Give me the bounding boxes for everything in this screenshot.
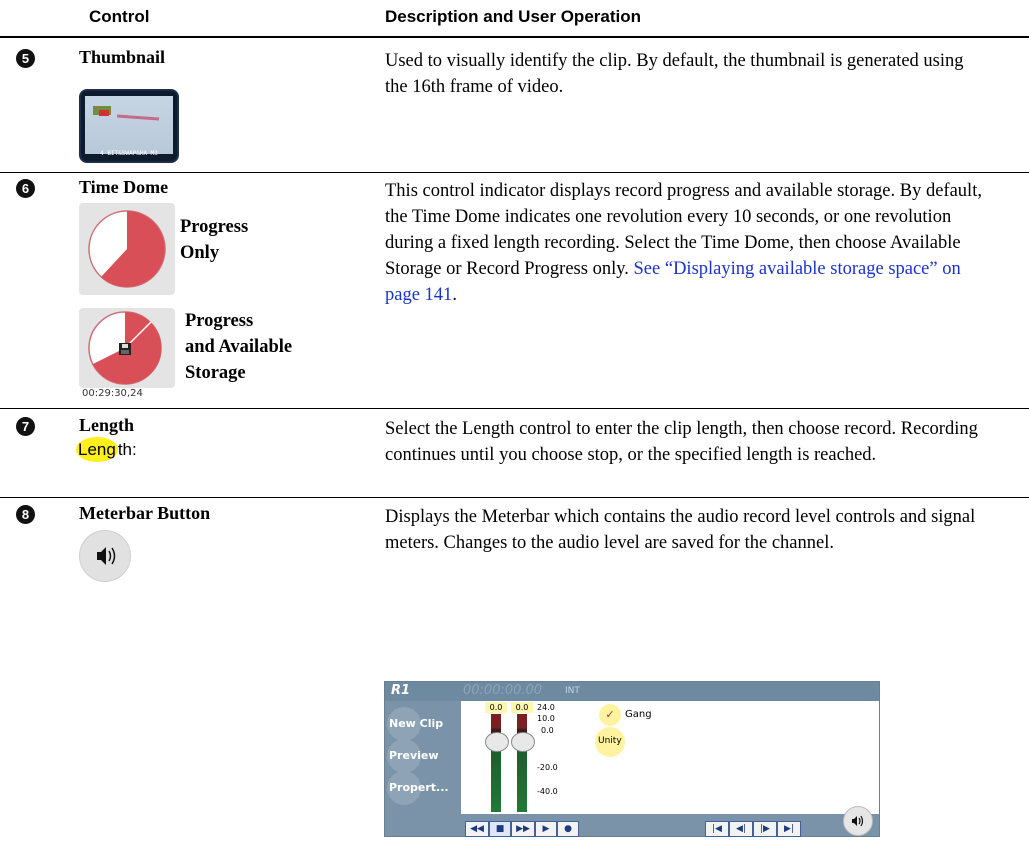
length-title: Length bbox=[79, 415, 135, 435]
row-number-7: 7 bbox=[16, 417, 35, 436]
record-button[interactable]: ● bbox=[557, 821, 579, 837]
stop-button[interactable]: ■ bbox=[489, 821, 511, 837]
thumbnail-frame bbox=[85, 96, 173, 154]
thumbnail-object bbox=[99, 110, 109, 116]
meterbar-sidebar: New Clip Preview Propert... bbox=[385, 701, 461, 836]
floppy-disk-icon bbox=[119, 343, 131, 355]
storage-timecode: 00:29:30,24 bbox=[82, 388, 143, 399]
time-dome-progress-icon bbox=[88, 210, 166, 288]
thumbnail-description: Used to visually identify the clip. By d… bbox=[385, 51, 964, 97]
new-clip-label: New Clip bbox=[389, 717, 444, 730]
row-number-6: 6 bbox=[16, 179, 35, 198]
row-number-5: 5 bbox=[16, 49, 35, 68]
row-rule bbox=[0, 497, 1029, 498]
thumbnail-banner bbox=[116, 114, 160, 121]
header-control: Control bbox=[89, 7, 150, 26]
scale-label: -40.0 bbox=[537, 787, 558, 796]
scale-label: 24.0 bbox=[537, 703, 555, 712]
header-description: Description and User Operation bbox=[385, 7, 641, 26]
thumbnail-caption: 4 BIT&SWAP&HA M3 bbox=[100, 150, 158, 157]
storage-label-2: and Available bbox=[185, 337, 293, 357]
row-number-8: 8 bbox=[16, 505, 35, 524]
unity-label: Unity bbox=[598, 736, 622, 746]
meter-value-right: 0.0 bbox=[511, 702, 533, 713]
scale-label: 10.0 bbox=[537, 714, 555, 723]
play-button[interactable]: ▶ bbox=[535, 821, 557, 837]
time-dome-available-storage[interactable] bbox=[79, 308, 175, 388]
progress-only-label-2: Only bbox=[180, 243, 220, 263]
fader-knob-left[interactable] bbox=[485, 732, 509, 752]
storage-label-3: Storage bbox=[185, 363, 246, 383]
speaker-icon bbox=[852, 815, 864, 827]
thumbnail-title: Thumbnail bbox=[79, 47, 166, 67]
meterbar-panel: R1 00:00:00.00 INT New Clip Preview Prop… bbox=[384, 681, 880, 837]
gang-toggle[interactable]: ✓ bbox=[599, 704, 621, 726]
length-highlight: Leng bbox=[76, 437, 118, 462]
meterbar-button-title: Meterbar Button bbox=[79, 503, 211, 523]
meterbar-button[interactable] bbox=[79, 530, 131, 582]
header-rule bbox=[0, 36, 1029, 38]
preview-label: Preview bbox=[389, 749, 439, 762]
audio-meter-left bbox=[491, 714, 501, 812]
gang-label: Gang bbox=[625, 709, 652, 720]
audio-meter-right bbox=[517, 714, 527, 812]
meter-value-left: 0.0 bbox=[485, 702, 507, 713]
thumbnail-image[interactable]: 4 BIT&SWAP&HA M3 bbox=[79, 89, 179, 163]
step-forward-button[interactable]: |▶ bbox=[753, 821, 777, 837]
row-rule bbox=[0, 172, 1029, 173]
link-tail: . bbox=[452, 285, 457, 305]
storage-label-1: Progress bbox=[185, 311, 254, 331]
length-rest: th: bbox=[117, 440, 137, 459]
source-label: INT bbox=[565, 686, 580, 696]
length-description: Select the Length control to enter the c… bbox=[385, 419, 978, 465]
speaker-icon bbox=[97, 547, 116, 565]
scale-label: 0.0 bbox=[541, 726, 554, 735]
meterbar-description: Displays the Meterbar which contains the… bbox=[385, 507, 976, 553]
time-dome-title: Time Dome bbox=[79, 177, 169, 197]
fader-knob-right[interactable] bbox=[511, 732, 535, 752]
meterbar-toggle-button[interactable] bbox=[843, 806, 873, 836]
channel-label: R1 bbox=[391, 683, 411, 698]
go-to-start-button[interactable]: |◀ bbox=[705, 821, 729, 837]
progress-only-label-1: Progress bbox=[180, 217, 249, 237]
step-back-button[interactable]: ◀| bbox=[729, 821, 753, 837]
time-dome-description: This control indicator displays record p… bbox=[385, 178, 985, 308]
fast-forward-button[interactable]: ▶▶ bbox=[511, 821, 535, 837]
rewind-button[interactable]: ◀◀ bbox=[465, 821, 489, 837]
length-control[interactable]: Leng th: bbox=[76, 437, 137, 462]
properties-label: Propert... bbox=[389, 781, 449, 794]
go-to-end-button[interactable]: ▶| bbox=[777, 821, 801, 837]
time-dome-progress-only[interactable] bbox=[79, 203, 175, 295]
meterbar-titlebar: R1 00:00:00.00 INT bbox=[385, 682, 879, 701]
row-rule bbox=[0, 408, 1029, 409]
timecode-display: 00:00:00.00 bbox=[463, 683, 543, 698]
scale-label: -20.0 bbox=[537, 763, 558, 772]
